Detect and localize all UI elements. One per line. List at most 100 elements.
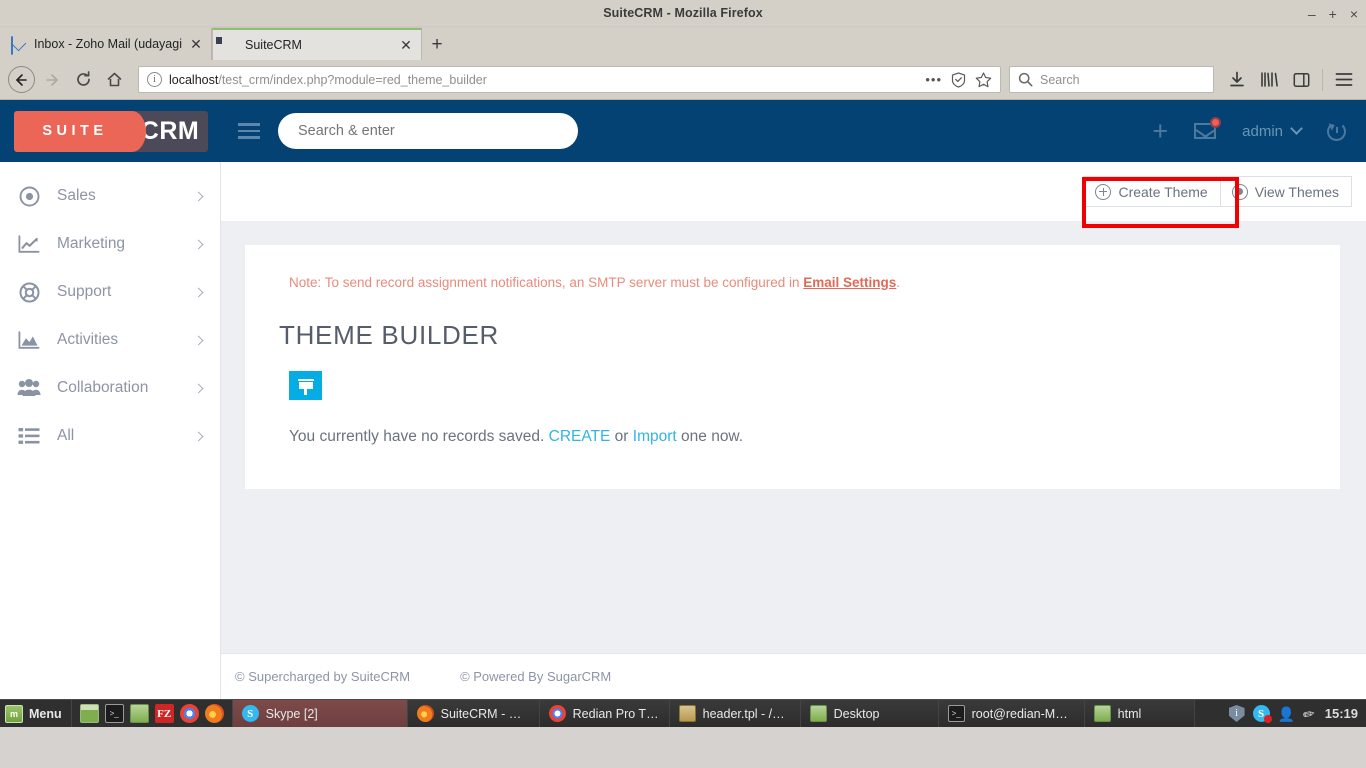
import-link[interactable]: Import (633, 428, 677, 445)
module-content-area: Note: To send record assignment notifica… (221, 221, 1366, 653)
terminal-icon: >_ (947, 705, 965, 722)
home-button[interactable] (100, 66, 128, 94)
sidebar-toggle-icon[interactable] (1287, 66, 1315, 94)
taskbar-window-redian-pro[interactable]: Redian Pro Them... (539, 700, 670, 727)
quick-launch-area: >_ FZ (72, 700, 233, 727)
create-theme-label: Create Theme (1118, 183, 1208, 200)
browser-search-bar[interactable]: Search (1009, 66, 1214, 93)
sidebar-item-marketing[interactable]: Marketing (0, 220, 220, 268)
desktop-taskbar: m Menu >_ FZ S Skype [2] SuiteCRM - Mozi… (0, 699, 1366, 727)
site-info-icon[interactable]: i (147, 72, 162, 87)
taskbar-window-label: root@redian-MS-... (971, 706, 1075, 721)
terminal-icon[interactable]: >_ (104, 704, 124, 723)
create-theme-button[interactable]: Create Theme (1083, 176, 1221, 207)
page-actions-icon[interactable]: ••• (925, 73, 942, 86)
clock-label[interactable]: 15:19 (1323, 706, 1358, 721)
logo-crm-text: CRM (140, 116, 200, 145)
sidebar-item-sales[interactable]: Sales (0, 172, 220, 220)
sidebar-item-label: All (57, 427, 75, 444)
funnel-icon (297, 379, 314, 395)
firefox-icon (416, 705, 434, 722)
close-tab-icon[interactable]: ✕ (399, 38, 413, 52)
lifebuoy-icon (17, 282, 41, 303)
filter-button[interactable] (289, 371, 322, 400)
pencil-icon[interactable]: ✏ (1301, 704, 1316, 722)
start-menu-label: Menu (29, 706, 62, 721)
file-manager-icon[interactable] (129, 704, 149, 723)
url-bar[interactable]: i localhost/test_crm/index.php?module=re… (138, 66, 1001, 93)
skype-tray-icon[interactable]: S (1252, 705, 1272, 723)
sidebar-item-activities[interactable]: Activities (0, 316, 220, 364)
chevron-right-icon (193, 287, 204, 297)
taskbar-window-root-terminal[interactable]: >_ root@redian-MS-... (938, 700, 1085, 727)
crm-footer: © Supercharged by SuiteCRM © Powered By … (221, 653, 1366, 699)
taskbar-window-html[interactable]: html (1084, 700, 1195, 727)
sidebar-item-support[interactable]: Support (0, 268, 220, 316)
window-controls: – + × (1308, 0, 1358, 27)
taskbar-window-desktop[interactable]: Desktop (800, 700, 939, 727)
bookmark-star-icon[interactable] (975, 71, 992, 88)
forward-button[interactable] (38, 66, 66, 94)
new-tab-button[interactable]: + (422, 28, 452, 60)
shield-icon[interactable]: i (1228, 705, 1245, 722)
global-search-input[interactable] (298, 123, 558, 139)
taskbar-window-label: Skype [2] (265, 706, 318, 721)
taskbar-window-header-tpl[interactable]: header.tpl - /hom... (669, 700, 801, 727)
user-menu[interactable]: admin (1242, 122, 1303, 140)
notifications-envelope-icon[interactable] (1194, 117, 1222, 139)
show-desktop-icon[interactable] (79, 704, 99, 723)
browser-tab-label: Inbox - Zoho Mail (udayagiri.n (34, 37, 182, 51)
menu-toggle-icon[interactable] (238, 123, 260, 139)
close-window-button[interactable]: × (1350, 7, 1358, 21)
firefox-icon[interactable] (204, 704, 224, 723)
quick-create-icon[interactable]: + (1152, 117, 1168, 145)
tracking-shield-icon[interactable] (951, 71, 966, 88)
taskbar-window-label: SuiteCRM - Mozil... (440, 706, 530, 721)
taskbar-window-label: header.tpl - /hom... (702, 706, 791, 721)
chrome-icon[interactable] (179, 704, 199, 723)
back-button[interactable] (8, 66, 35, 93)
global-search-box[interactable] (278, 113, 578, 149)
taskbar-window-skype[interactable]: S Skype [2] (232, 700, 408, 727)
downloads-icon[interactable] (1223, 66, 1251, 94)
chevron-right-icon (193, 239, 204, 249)
browser-navbar: i localhost/test_crm/index.php?module=re… (0, 60, 1366, 100)
sidebar-item-collaboration[interactable]: Collaboration (0, 364, 220, 412)
user-name-label: admin (1242, 122, 1283, 140)
taskbar-window-label: Desktop (833, 706, 880, 721)
start-menu-button[interactable]: m Menu (0, 700, 72, 727)
system-tray: i S 👤 ✏ 15:19 (1219, 700, 1366, 727)
maximize-button[interactable]: + (1329, 7, 1337, 21)
suitecrm-icon (222, 37, 238, 53)
url-text: localhost/test_crm/index.php?module=red_… (169, 73, 918, 87)
linux-mint-icon: m (5, 704, 23, 723)
page-title: THEME BUILDER (279, 320, 500, 350)
reload-button[interactable] (69, 66, 97, 94)
user-icon[interactable]: 👤 (1278, 707, 1295, 721)
close-tab-icon[interactable]: ✕ (189, 37, 203, 51)
module-action-bar: Create Theme View Themes (221, 162, 1366, 221)
browser-tab-zoho-mail[interactable]: Inbox - Zoho Mail (udayagiri.n ✕ (2, 28, 212, 60)
create-link[interactable]: CREATE (549, 428, 611, 445)
footer-powered-label: © Powered By SugarCRM (460, 669, 612, 684)
sidebar-item-all[interactable]: All (0, 412, 220, 460)
sidebar-item-label: Sales (57, 187, 96, 204)
chrome-icon (548, 705, 566, 722)
view-themes-button[interactable]: View Themes (1219, 176, 1352, 207)
hamburger-menu-icon[interactable] (1330, 66, 1358, 94)
suitecrm-logo[interactable]: SUITE CRM (14, 110, 208, 152)
browser-tab-suitecrm[interactable]: SuiteCRM ✕ (212, 28, 422, 60)
filezilla-icon[interactable]: FZ (154, 704, 174, 723)
library-icon[interactable] (1255, 66, 1283, 94)
taskbar-window-label: Redian Pro Them... (572, 706, 660, 721)
browser-tabstrip: Inbox - Zoho Mail (udayagiri.n ✕ SuiteCR… (0, 27, 1366, 60)
chevron-right-icon (193, 191, 204, 201)
minimize-button[interactable]: – (1308, 7, 1316, 21)
taskbar-window-label: html (1117, 706, 1142, 721)
taskbar-window-suitecrm[interactable]: SuiteCRM - Mozil... (407, 700, 540, 727)
empty-state-or: or (610, 428, 633, 445)
url-path: /test_crm/index.php?module=red_theme_bui… (218, 72, 487, 87)
logo-suite-text: SUITE (42, 123, 108, 139)
email-settings-link[interactable]: Email Settings (803, 275, 896, 290)
recently-viewed-icon[interactable] (1327, 121, 1346, 141)
